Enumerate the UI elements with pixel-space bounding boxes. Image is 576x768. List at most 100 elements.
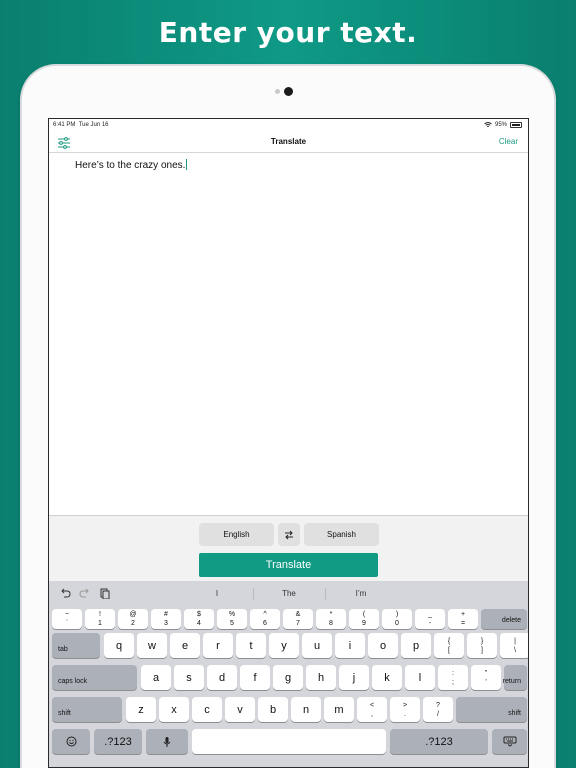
key-b[interactable]: b	[258, 697, 288, 722]
key-=[interactable]: + =	[448, 609, 478, 629]
translate-button[interactable]: Translate	[199, 553, 378, 577]
shift-key-right[interactable]: shift	[456, 697, 527, 722]
redo-icon[interactable]	[79, 587, 91, 599]
numbers-key-left[interactable]: .?123	[94, 729, 142, 754]
key-s[interactable]: s	[174, 665, 204, 690]
key-l[interactable]: l	[405, 665, 435, 690]
key-w[interactable]: w	[137, 633, 167, 658]
key-char: 3	[164, 620, 168, 627]
key-j[interactable]: j	[339, 665, 369, 690]
key-’[interactable]: ”’	[471, 665, 501, 690]
key-\[interactable]: | \	[500, 633, 528, 658]
key-/[interactable]: ? /	[423, 697, 453, 722]
key-char: 1	[98, 620, 102, 627]
undo-icon[interactable]	[59, 587, 71, 599]
suggestion-bar: I The I’m	[49, 581, 528, 607]
key-char: 5	[230, 620, 234, 627]
input-text: Here’s to the crazy ones.	[75, 160, 186, 171]
key-g[interactable]: g	[273, 665, 303, 690]
key-.[interactable]: >.	[390, 697, 420, 722]
hide-keyboard-key[interactable]	[492, 729, 527, 754]
swap-languages-button[interactable]	[278, 523, 300, 546]
emoji-icon	[66, 736, 76, 747]
key-e[interactable]: e	[170, 633, 200, 658]
key-char: 8	[329, 620, 333, 627]
key-f[interactable]: f	[240, 665, 270, 690]
key-1[interactable]: ! 1	[85, 609, 115, 629]
key-0[interactable]: ) 0	[382, 609, 412, 629]
shift-key-left[interactable]: shift	[52, 697, 122, 722]
key-char: ]	[481, 646, 483, 654]
key-q[interactable]: q	[104, 633, 134, 658]
key-m[interactable]: m	[324, 697, 354, 722]
key-7[interactable]: & 7	[283, 609, 313, 629]
key-x[interactable]: x	[159, 697, 189, 722]
space-key[interactable]	[192, 729, 386, 754]
key-4[interactable]: $4	[184, 609, 214, 629]
key-a[interactable]: a	[141, 665, 171, 690]
battery-percent: 95%	[494, 122, 507, 128]
headline: Enter your text.	[158, 16, 418, 49]
dictation-key[interactable]	[146, 729, 188, 754]
key-z[interactable]: z	[126, 697, 156, 722]
wifi-icon	[484, 122, 492, 127]
key--[interactable]: _ -	[415, 609, 445, 629]
swap-arrows-icon	[285, 530, 293, 539]
key-shift-char: :	[452, 669, 454, 677]
key-shift-char: ~	[64, 611, 70, 618]
status-bar: 6:41 PM Tue Jun 16 95%	[49, 119, 528, 133]
key-8[interactable]: * 8	[316, 609, 346, 629]
key-y[interactable]: y	[269, 633, 299, 658]
key-;[interactable]: :;	[438, 665, 468, 690]
caps-lock-key[interactable]: caps lock	[52, 665, 137, 690]
key-d[interactable]: d	[207, 665, 237, 690]
key-char: 7	[296, 620, 300, 627]
key-p[interactable]: p	[401, 633, 431, 658]
emoji-key[interactable]	[52, 729, 90, 754]
clear-button[interactable]: Clear	[499, 137, 518, 146]
key-u[interactable]: u	[302, 633, 332, 658]
key-char: ’	[485, 678, 487, 686]
key-v[interactable]: v	[225, 697, 255, 722]
suggestion-3[interactable]: I’m	[331, 589, 391, 598]
key-label: tab	[58, 646, 68, 653]
nav-bar: Translate Clear	[49, 133, 528, 153]
delete-key[interactable]: delete	[481, 609, 527, 629]
tab-key[interactable]: tab	[52, 633, 100, 658]
source-language-button[interactable]: English	[199, 523, 274, 546]
key-char: \	[514, 646, 516, 654]
key-3[interactable]: #3	[151, 609, 181, 629]
suggestion-1[interactable]: I	[187, 589, 247, 598]
key-][interactable]: }]	[467, 633, 497, 658]
key-char: `	[65, 620, 69, 627]
key-r[interactable]: r	[203, 633, 233, 658]
key-t[interactable]: t	[236, 633, 266, 658]
key-`[interactable]: ~ `	[52, 609, 82, 629]
target-language-button[interactable]: Spanish	[304, 523, 379, 546]
key-k[interactable]: k	[372, 665, 402, 690]
key-n[interactable]: n	[291, 697, 321, 722]
key-5[interactable]: % 5	[217, 609, 247, 629]
key-2[interactable]: @2	[118, 609, 148, 629]
key-label: caps lock	[58, 678, 88, 685]
key-shift-char: %	[228, 611, 236, 618]
key-[[interactable]: {[	[434, 633, 464, 658]
key-char: ,	[371, 710, 373, 718]
key-i[interactable]: i	[335, 633, 365, 658]
key-char: ;	[452, 678, 454, 686]
key-,[interactable]: <,	[357, 697, 387, 722]
front-camera	[284, 87, 293, 96]
text-caret	[186, 159, 188, 170]
key-shift-char: _	[428, 611, 432, 618]
key-c[interactable]: c	[192, 697, 222, 722]
key-9[interactable]: (9	[349, 609, 379, 629]
key-o[interactable]: o	[368, 633, 398, 658]
numbers-key-right[interactable]: .?123	[390, 729, 488, 754]
key-shift-char: )	[395, 611, 399, 618]
suggestion-2[interactable]: The	[259, 589, 319, 598]
key-h[interactable]: h	[306, 665, 336, 690]
key-6[interactable]: ^ 6	[250, 609, 280, 629]
return-key[interactable]: return	[503, 665, 527, 690]
paste-icon[interactable]	[99, 587, 111, 599]
text-input-area[interactable]: Here’s to the crazy ones.	[49, 153, 528, 515]
